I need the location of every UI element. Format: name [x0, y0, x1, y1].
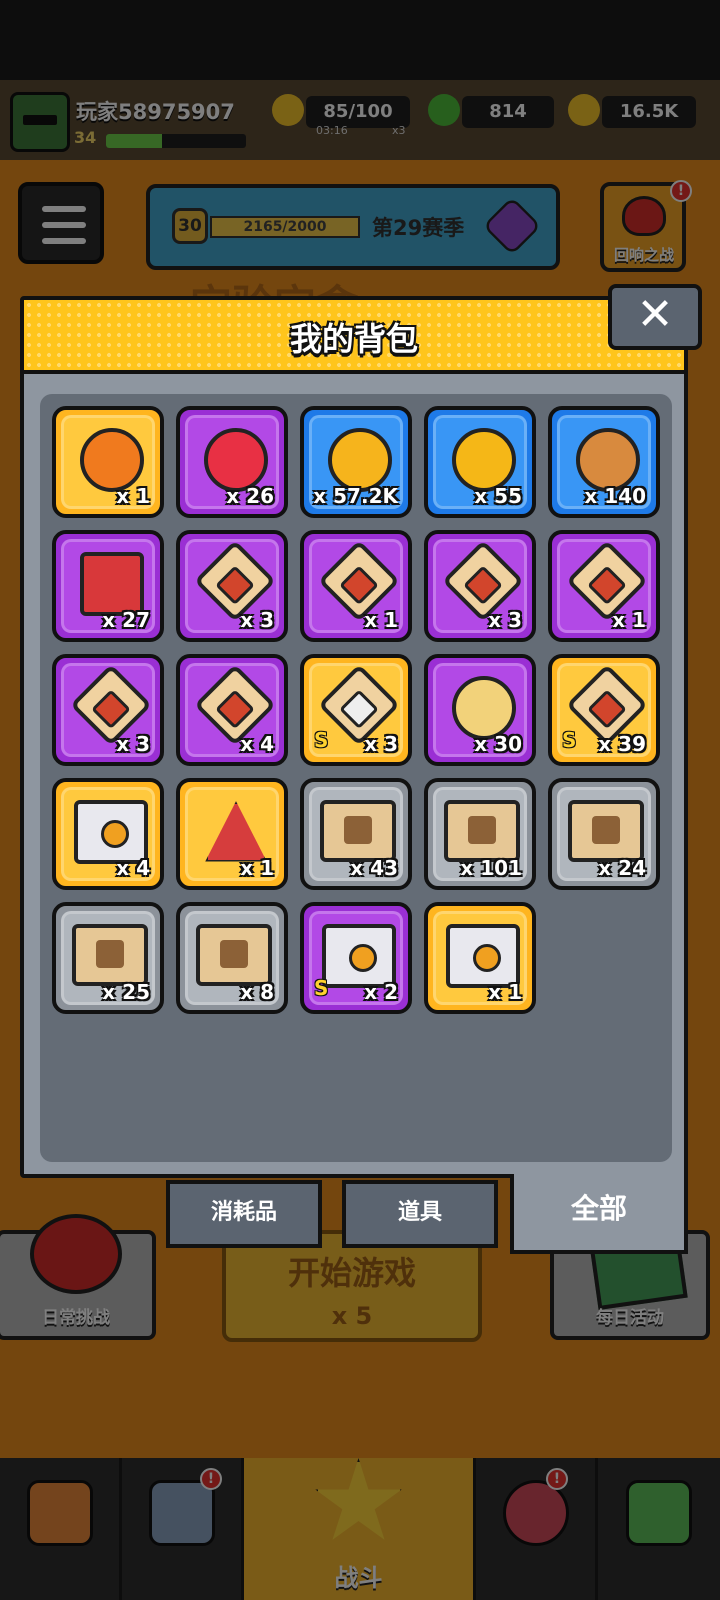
inventory-item[interactable]: x 26: [176, 406, 288, 518]
heart-orb-icon: [204, 428, 268, 492]
scroll-gun-icon: [320, 800, 396, 862]
triangle-crystal-icon: [205, 801, 267, 862]
item-quantity: x 57.2K: [313, 484, 398, 508]
item-quantity: x 140: [584, 484, 646, 508]
inventory-item[interactable]: x 4: [52, 778, 164, 890]
inventory-item[interactable]: x 55: [424, 406, 536, 518]
inventory-item[interactable]: x 3: [176, 530, 288, 642]
inventory-item[interactable]: x 57.2K: [300, 406, 412, 518]
chest-icon: [322, 924, 396, 988]
inventory-item[interactable]: x 1: [548, 530, 660, 642]
item-quantity: x 1: [364, 608, 398, 632]
chest-icon: [74, 800, 148, 864]
item-quantity: x 39: [598, 732, 646, 756]
scroll-glove-icon: [72, 924, 148, 986]
s-rank-mark: S: [562, 728, 577, 752]
item-quantity: x 3: [488, 608, 522, 632]
scroll-belt-icon: [568, 800, 644, 862]
inventory-item[interactable]: x 30: [424, 654, 536, 766]
inventory-item[interactable]: x 1: [176, 778, 288, 890]
inventory-item[interactable]: x 3: [52, 654, 164, 766]
item-quantity: x 1: [116, 484, 150, 508]
item-quantity: x 3: [116, 732, 150, 756]
chest-icon: [446, 924, 520, 988]
item-quantity: x 4: [116, 856, 150, 880]
item-quantity: x 26: [226, 484, 274, 508]
scroll-boot-icon: [196, 924, 272, 986]
scroll-shirt-icon: [444, 800, 520, 862]
item-quantity: x 3: [240, 608, 274, 632]
dog-cookie-icon: [576, 428, 640, 492]
cheese-slice-icon: [452, 676, 516, 740]
item-quantity: x 1: [488, 980, 522, 1004]
item-quantity: x 27: [102, 608, 150, 632]
item-quantity: x 43: [350, 856, 398, 880]
item-quantity: x 30: [474, 732, 522, 756]
gold-coin-icon: [452, 428, 516, 492]
item-quantity: x 25: [102, 980, 150, 1004]
panel-header: 我的背包: [24, 300, 684, 374]
item-quantity: x 24: [598, 856, 646, 880]
item-quantity: x 4: [240, 732, 274, 756]
s-rank-mark: S: [314, 976, 329, 1000]
panel-title: 我的背包: [289, 320, 418, 358]
inventory-item[interactable]: x 1: [300, 530, 412, 642]
inventory-item[interactable]: x 25: [52, 902, 164, 1014]
tab-all[interactable]: 全部: [510, 1174, 688, 1254]
inventory-item[interactable]: x 4: [176, 654, 288, 766]
inventory-item[interactable]: x 43: [300, 778, 412, 890]
item-quantity: x 1: [240, 856, 274, 880]
s-rank-mark: S: [314, 728, 329, 752]
item-quantity: x 101: [460, 856, 522, 880]
item-quantity: x 2: [364, 980, 398, 1004]
inventory-item[interactable]: x 1: [424, 902, 536, 1014]
inventory-item[interactable]: x 140: [548, 406, 660, 518]
inventory-item[interactable]: x 27: [52, 530, 164, 642]
inventory-item[interactable]: Sx 2: [300, 902, 412, 1014]
inventory-panel: 我的背包 x 1x 26 x 57.2K x 55 x 140 x 27 x 3x 1x …: [20, 296, 688, 1178]
inventory-item[interactable]: x 1: [52, 406, 164, 518]
red-book-icon: [80, 552, 144, 616]
item-quantity: x 3: [364, 732, 398, 756]
inventory-item[interactable]: Sx 39: [548, 654, 660, 766]
tab-consumables[interactable]: 消耗品: [166, 1180, 322, 1248]
inventory-item[interactable]: x 101: [424, 778, 536, 890]
tab-props[interactable]: 道具: [342, 1180, 498, 1248]
dna-orb-icon: [80, 428, 144, 492]
item-quantity: x 1: [612, 608, 646, 632]
inventory-item[interactable]: x 8: [176, 902, 288, 1014]
item-quantity: x 8: [240, 980, 274, 1004]
gold-drop-icon: [328, 428, 392, 492]
close-button[interactable]: ✕: [608, 284, 702, 350]
inventory-item[interactable]: x 24: [548, 778, 660, 890]
inventory-item[interactable]: Sx 3: [300, 654, 412, 766]
item-quantity: x 55: [474, 484, 522, 508]
inventory-item[interactable]: x 3: [424, 530, 536, 642]
inventory-grid: x 1 x 26 x 57.2K x 55 x 140 x 27 x 3 x 1 x 3 x 1 x…: [40, 394, 672, 1162]
